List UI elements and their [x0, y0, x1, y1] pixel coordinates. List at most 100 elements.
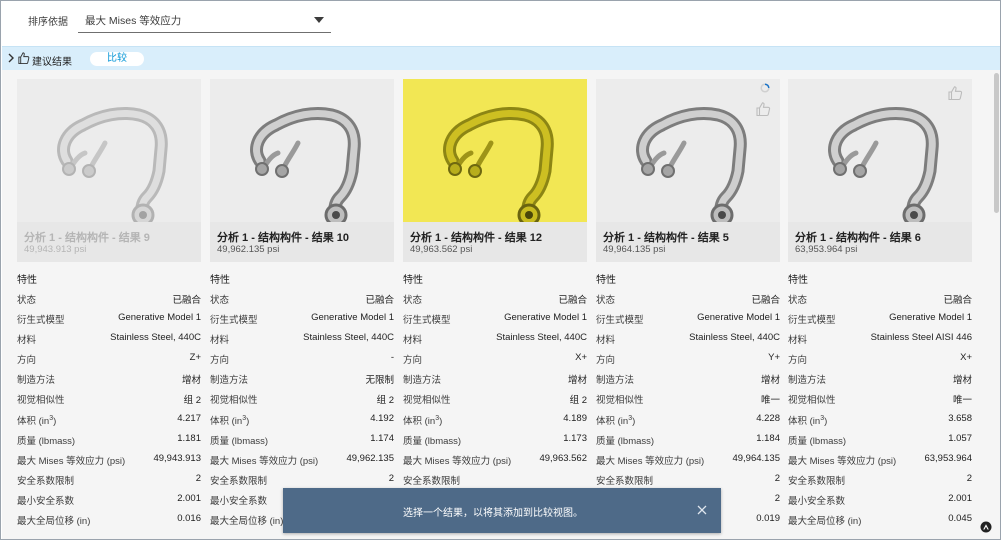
property-value: 2 [774, 492, 780, 504]
vertical-scrollbar[interactable] [994, 73, 999, 213]
property-key: 安全系数限制 [403, 473, 460, 487]
prop-key-text: 安全系数限制 [403, 475, 461, 487]
property-value: Generative Model 1 [697, 312, 780, 324]
volume-unit-close: ) [246, 415, 250, 427]
property-key: 视觉相似性 [596, 392, 644, 406]
property-key: 质量 (lbmass) [596, 433, 654, 447]
property-value: 唯一 [760, 395, 780, 407]
property-value: 4.228 [756, 412, 780, 424]
property-value: 0.016 [177, 513, 201, 525]
properties-heading: 特性 [596, 275, 616, 286]
prop-key-text: 方向 [596, 355, 616, 367]
prop-key-text: 状态 [788, 295, 808, 306]
property-value: Stainless Steel AISI 446 [870, 332, 972, 344]
property-row: 制造方法 增材 [17, 369, 201, 389]
prop-key-text: 体积 (in [403, 415, 436, 427]
results-scroll-area[interactable]: 分析 1 - 结构构件 - 结果 9 49,943.913 psi 特性 状态 已融合衍… [2, 70, 1000, 539]
property-row: 最大全局位移 (in) 0.045 [788, 510, 972, 530]
property-value: 49,962.135 [346, 452, 394, 464]
prop-key-text: 视觉相似性 [210, 395, 258, 407]
property-key: 制造方法 [596, 372, 634, 386]
property-value: 唯一 [952, 395, 972, 407]
property-row: 材料 Stainless Steel, 440C [17, 329, 201, 349]
thumbs-up-icon[interactable] [755, 101, 771, 117]
property-row: 方向 Z+ [17, 349, 201, 369]
prop-key-text: 安全系数限制 [17, 475, 75, 487]
property-value: 1.173 [563, 432, 587, 444]
result-name: 分析 1 - 结构构件 - 结果 10 [217, 232, 350, 244]
result-thumbnail [210, 79, 394, 222]
prop-key-text: 质量 (lbmass) [210, 435, 269, 447]
property-value: Generative Model 1 [504, 312, 587, 324]
prop-key-text: 状态 [210, 295, 230, 306]
result-card[interactable]: 分析 1 - 结构构件 - 结果 9 49,943.913 psi [17, 79, 201, 262]
result-card[interactable]: 分析 1 - 结构构件 - 结果 12 49,963.562 psi [403, 79, 587, 262]
result-column: 分析 1 - 结构构件 - 结果 9 49,943.913 psi 特性 状态 已融合衍… [17, 79, 201, 530]
property-row: 安全系数限制 2 [210, 470, 394, 490]
property-value: 4.189 [563, 412, 587, 424]
bracket-model-icon [250, 106, 361, 222]
property-row: 材料 Stainless Steel, 440C [210, 329, 394, 349]
prop-key-text: 最大全局位移 (in) [210, 516, 284, 528]
property-key: 视觉相似性 [210, 392, 258, 406]
property-value: - [390, 352, 394, 364]
prop-key-text: 衍生式模型 [403, 315, 451, 327]
property-row: 材料 Stainless Steel, 440C [596, 329, 780, 349]
prop-key-text: 视觉相似性 [17, 395, 65, 407]
property-value: 4.217 [177, 412, 201, 424]
sort-toolbar: 排序依据 最大 Mises 等效应力 [1, 1, 1000, 45]
volume-unit-close: ) [824, 415, 828, 427]
property-key: 状态 [403, 292, 422, 306]
property-value: 49,963.562 [539, 452, 587, 464]
property-key: 最小安全系数 [210, 493, 267, 507]
result-name: 分析 1 - 结构构件 - 结果 12 [410, 232, 543, 244]
compare-button[interactable]: 比较 [90, 52, 144, 66]
property-value: Y+ [768, 352, 780, 364]
property-row: 安全系数限制 2 [596, 470, 780, 490]
result-card[interactable]: 分析 1 - 结构构件 - 结果 10 49,962.135 psi [210, 79, 394, 262]
property-key: 方向 [596, 352, 615, 366]
property-row: 衍生式模型 Generative Model 1 [403, 309, 587, 329]
prop-key-text: 最小安全系数 [17, 495, 75, 507]
bracket-model-icon [828, 106, 939, 222]
property-value: 1.184 [756, 432, 780, 444]
help-icon[interactable] [980, 521, 992, 533]
property-key: 视觉相似性 [403, 392, 451, 406]
loading-icon [760, 83, 770, 93]
property-key: 安全系数限制 [596, 473, 653, 487]
property-row: 安全系数限制 2 [788, 470, 972, 490]
recommended-results-title: 建议结果 [32, 57, 72, 68]
property-key: 材料 [403, 332, 422, 346]
sort-dropdown[interactable]: 最大 Mises 等效应力 [78, 8, 331, 33]
chevron-right-icon[interactable] [6, 52, 16, 64]
prop-key-text: 状态 [403, 295, 423, 306]
property-value: Stainless Steel, 440C [303, 332, 394, 344]
thumbs-up-icon[interactable] [947, 85, 963, 101]
property-row: 最小安全系数 2.001 [788, 490, 972, 510]
result-thumbnail [596, 79, 780, 222]
property-row: 方向 Y+ [596, 349, 780, 369]
result-card[interactable]: 分析 1 - 结构构件 - 结果 5 49,964.135 psi [596, 79, 780, 262]
property-row: 质量 (lbmass) 1.184 [596, 430, 780, 450]
property-key: 体积 (in3) [17, 413, 56, 426]
property-row: 最大 Mises 等效应力 (psi) 49,963.562 [403, 450, 587, 470]
prop-key-text: 最大 Mises 等效应力 (psi) [788, 455, 897, 467]
prop-key-text: 衍生式模型 [788, 315, 836, 327]
prop-key-text: 衍生式模型 [596, 315, 644, 327]
property-row: 体积 (in3) 3.658 [788, 410, 972, 430]
property-key: 最大 Mises 等效应力 (psi) [403, 453, 511, 467]
prop-key-text: 最大全局位移 (in) [788, 516, 862, 528]
property-row: 最大 Mises 等效应力 (psi) 49,943.913 [17, 450, 201, 470]
prop-key-text: 最大 Mises 等效应力 (psi) [596, 455, 705, 467]
properties-heading: 特性 [788, 275, 808, 286]
property-key: 衍生式模型 [788, 312, 836, 326]
prop-key-text: 视觉相似性 [788, 395, 836, 407]
property-row: 状态 已融合 [210, 289, 394, 309]
recommended-results-header: 建议结果 比较 [2, 46, 1000, 70]
property-row: 最大全局位移 (in) 0.016 [17, 510, 201, 530]
properties-heading: 特性 [210, 275, 230, 286]
close-icon[interactable] [696, 504, 708, 516]
result-card[interactable]: 分析 1 - 结构构件 - 结果 6 63,953.964 psi [788, 79, 972, 262]
property-key: 材料 [17, 332, 36, 346]
prop-key-text: 体积 (in [210, 415, 243, 427]
